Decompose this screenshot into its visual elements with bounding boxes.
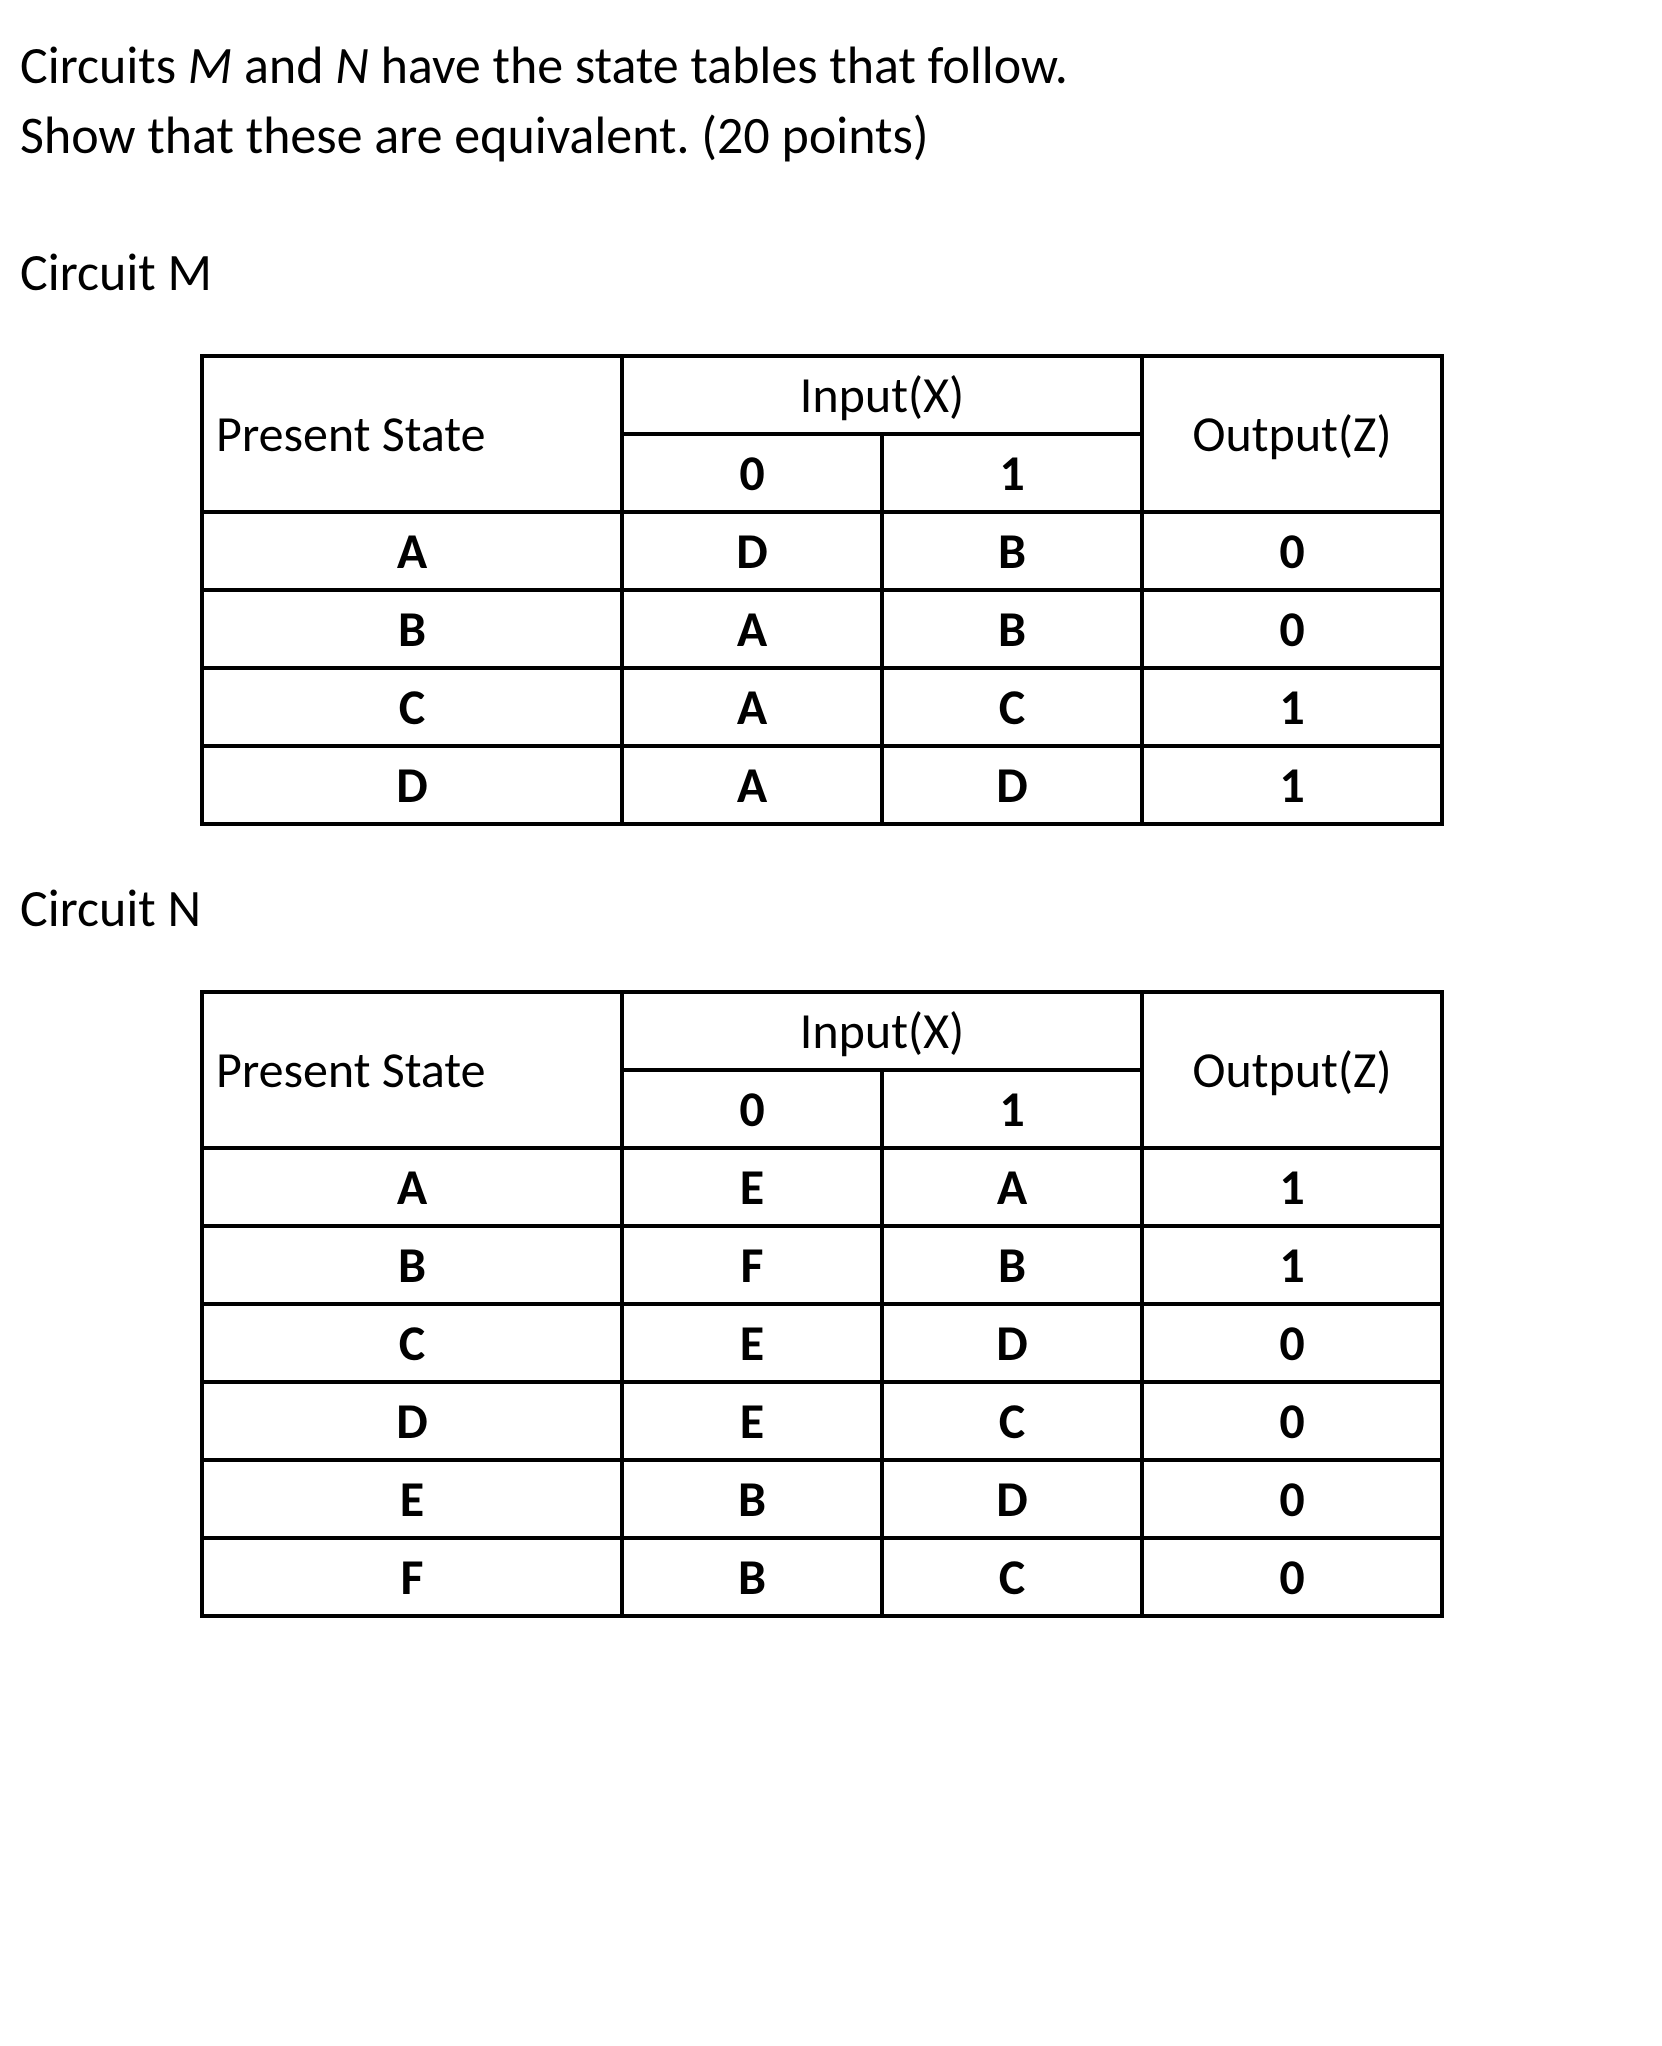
circuit-m-tbody: ADB0BAB0CAC1DAD1 [202,512,1442,824]
intro-text: and [232,33,335,97]
intro-m: M [188,33,232,97]
cell-output: 1 [1142,746,1442,824]
cell-next-x0: B [622,1460,882,1538]
cell-state: F [202,1538,622,1616]
cell-output: 0 [1142,512,1442,590]
cell-state: B [202,1226,622,1304]
cell-next-x1: C [882,1382,1142,1460]
table-row: BFB1 [202,1226,1442,1304]
cell-next-x1: C [882,1538,1142,1616]
cell-next-x1: C [882,668,1142,746]
cell-next-x1: B [882,1226,1142,1304]
circuit-m-table-wrap: Present State Input(X) Output(Z) 0 1 ADB… [200,354,1632,826]
cell-next-x0: F [622,1226,882,1304]
cell-output: 1 [1142,668,1442,746]
cell-next-x1: A [882,1148,1142,1226]
cell-output: 0 [1142,590,1442,668]
header-output-z: Output(Z) [1142,992,1442,1148]
header-input-1: 1 [882,434,1142,512]
cell-next-x0: E [622,1148,882,1226]
table-row: DAD1 [202,746,1442,824]
cell-state: C [202,668,622,746]
cell-state: D [202,746,622,824]
cell-next-x0: B [622,1538,882,1616]
cell-next-x1: D [882,746,1142,824]
problem-statement: Circuits M and N have the state tables t… [20,30,1632,170]
cell-state: A [202,512,622,590]
circuit-n-table: Present State Input(X) Output(Z) 0 1 AEA… [200,990,1444,1618]
cell-output: 1 [1142,1148,1442,1226]
cell-output: 1 [1142,1226,1442,1304]
table-row: ADB0 [202,512,1442,590]
table-row: DEC0 [202,1382,1442,1460]
cell-state: D [202,1382,622,1460]
table-row: EBD0 [202,1460,1442,1538]
header-input-x: Input(X) [622,356,1142,434]
cell-next-x0: A [622,590,882,668]
header-input-x: Input(X) [622,992,1142,1070]
intro-text: Circuits [20,33,188,97]
table-row: BAB0 [202,590,1442,668]
table-row: AEA1 [202,1148,1442,1226]
header-output-z: Output(Z) [1142,356,1442,512]
circuit-n-tbody: AEA1BFB1CED0DEC0EBD0FBC0 [202,1148,1442,1616]
cell-next-x1: B [882,590,1142,668]
circuit-m-label: Circuit M [20,240,1632,304]
circuit-n-label: Circuit N [20,876,1632,940]
cell-output: 0 [1142,1304,1442,1382]
cell-next-x1: D [882,1460,1142,1538]
cell-state: C [202,1304,622,1382]
table-row: FBC0 [202,1538,1442,1616]
cell-next-x1: B [882,512,1142,590]
cell-output: 0 [1142,1382,1442,1460]
cell-state: A [202,1148,622,1226]
cell-output: 0 [1142,1460,1442,1538]
circuit-n-table-wrap: Present State Input(X) Output(Z) 0 1 AEA… [200,990,1632,1618]
header-input-0: 0 [622,1070,882,1148]
cell-next-x0: D [622,512,882,590]
header-input-1: 1 [882,1070,1142,1148]
circuit-m-table: Present State Input(X) Output(Z) 0 1 ADB… [200,354,1444,826]
cell-next-x0: E [622,1382,882,1460]
table-row: CAC1 [202,668,1442,746]
cell-next-x1: D [882,1304,1142,1382]
intro-n: N [335,33,369,97]
cell-state: E [202,1460,622,1538]
cell-state: B [202,590,622,668]
cell-next-x0: A [622,746,882,824]
intro-line2: Show that these are equivalent. (20 poin… [20,103,929,167]
cell-output: 0 [1142,1538,1442,1616]
intro-text: have the state tables that follow. [369,33,1068,97]
cell-next-x0: A [622,668,882,746]
table-row: CED0 [202,1304,1442,1382]
header-present-state: Present State [202,356,622,512]
header-present-state: Present State [202,992,622,1148]
header-input-0: 0 [622,434,882,512]
cell-next-x0: E [622,1304,882,1382]
